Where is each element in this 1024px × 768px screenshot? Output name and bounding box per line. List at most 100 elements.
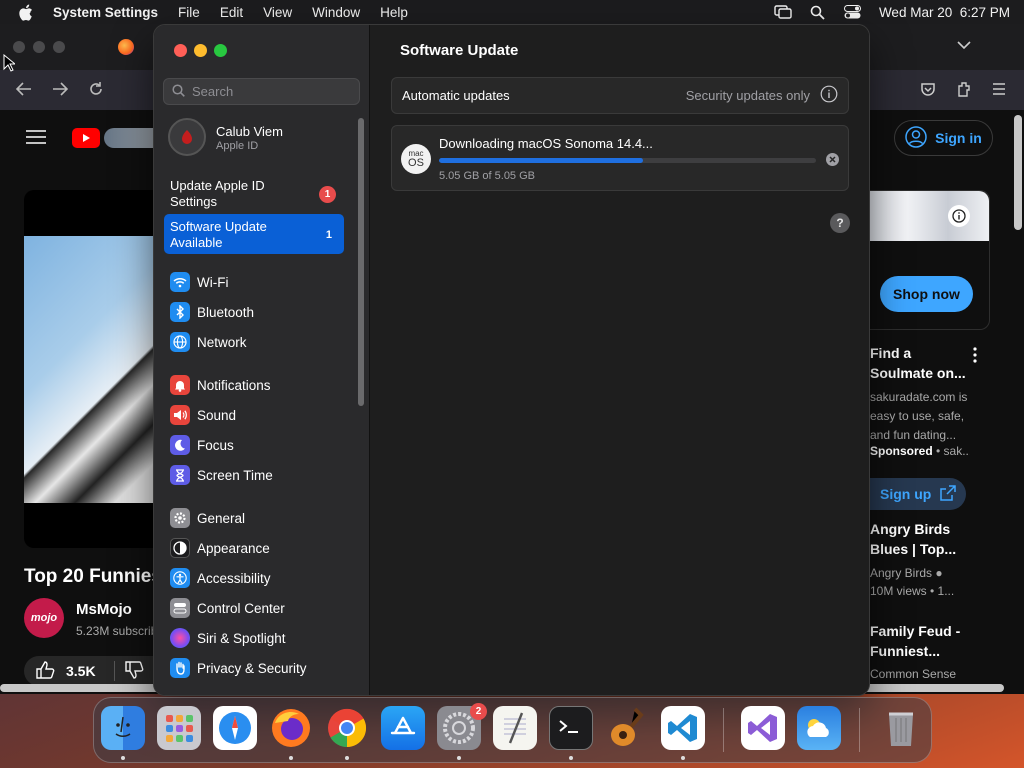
sidebar-item-network[interactable]: Network: [170, 331, 247, 353]
search-icon: [172, 83, 185, 100]
trash-icon[interactable]: [879, 706, 923, 750]
firefox-tab-icon[interactable]: [118, 39, 134, 55]
chevron-down-icon[interactable]: [957, 38, 971, 53]
wifi-icon: [170, 272, 190, 292]
menu-icon[interactable]: [992, 83, 1006, 98]
sidebar-item-label: Bluetooth: [197, 304, 255, 320]
terminal-icon[interactable]: [549, 706, 593, 750]
garageband-icon[interactable]: [605, 706, 649, 750]
window-zoom-button[interactable]: [214, 44, 227, 57]
automatic-updates-row: Automatic updates Security updates only: [391, 77, 849, 114]
zoom-button[interactable]: [53, 41, 65, 53]
window-minimize-button[interactable]: [194, 44, 207, 57]
ad-title-line2[interactable]: Soulmate on...: [870, 365, 970, 381]
menu-app-name[interactable]: System Settings: [53, 5, 158, 20]
control-center-icon[interactable]: [844, 4, 862, 20]
youtube-logo-icon[interactable]: [72, 128, 100, 148]
apple-id-account[interactable]: Calub Viem Apple ID: [168, 118, 283, 156]
help-button[interactable]: ?: [830, 213, 850, 233]
youtube-doodle-icon: [104, 128, 154, 148]
update-apple-id-settings-item[interactable]: Update Apple ID Settings 1: [170, 178, 350, 210]
sidebar-scrollbar[interactable]: [358, 118, 364, 406]
avatar: [168, 118, 206, 156]
sidebar-item-appearance[interactable]: Appearance: [170, 537, 270, 559]
software-update-count: 1: [325, 229, 332, 241]
chrome-icon[interactable]: [325, 706, 369, 750]
minimize-button[interactable]: [33, 41, 45, 53]
rec1-title-line1[interactable]: Angry Birds: [870, 521, 970, 537]
more-options-icon[interactable]: [972, 347, 978, 366]
menu-bar-clock[interactable]: Wed Mar 20 6:27 PM: [879, 5, 1010, 20]
sidebar-item-screen-time[interactable]: Screen Time: [170, 464, 273, 486]
moon-icon: [170, 435, 190, 455]
channel-name[interactable]: MsMojo: [76, 601, 132, 618]
rec1-title-line2[interactable]: Blues | Top...: [870, 541, 970, 557]
sidebar-item-label: Accessibility: [197, 570, 271, 586]
sidebar-item-bluetooth[interactable]: Bluetooth: [170, 301, 254, 323]
info-icon[interactable]: [820, 85, 838, 106]
extensions-icon[interactable]: [956, 81, 972, 101]
menu-file[interactable]: File: [178, 5, 200, 20]
window-close-button[interactable]: [174, 44, 187, 57]
cancel-download-button[interactable]: [826, 153, 839, 166]
running-indicator: [289, 756, 293, 760]
gear-icon: [170, 508, 190, 528]
sidebar-item-wifi[interactable]: Wi-Fi: [170, 271, 228, 293]
visual-studio-icon[interactable]: [741, 706, 785, 750]
download-progress-fill: [439, 158, 643, 163]
close-button[interactable]: [13, 41, 25, 53]
sidebar-item-label: Screen Time: [197, 467, 273, 483]
sign-up-button[interactable]: Sign up: [866, 478, 966, 510]
menu-edit[interactable]: Edit: [220, 5, 243, 20]
menu-window[interactable]: Window: [312, 5, 360, 20]
back-icon[interactable]: [15, 82, 32, 99]
video-title: Top 20 Funniest: [24, 566, 156, 587]
like-button[interactable]: 3.5K: [24, 656, 154, 686]
weather-icon[interactable]: [797, 706, 841, 750]
vertical-scrollbar[interactable]: [1014, 115, 1022, 230]
running-indicator: [345, 756, 349, 760]
sidebar-item-control-center[interactable]: Control Center: [170, 597, 285, 619]
rec1-channel[interactable]: Angry Birds: [870, 566, 932, 580]
launchpad-icon[interactable]: [157, 706, 201, 750]
software-update-available-item[interactable]: Software Update Available 1: [164, 214, 344, 254]
like-count: 3.5K: [66, 663, 96, 679]
automatic-updates-label: Automatic updates: [402, 88, 510, 103]
hamburger-menu-icon[interactable]: [26, 130, 46, 147]
sidebar-item-siri-spotlight[interactable]: Siri & Spotlight: [170, 627, 286, 649]
spotlight-search-icon[interactable]: [809, 4, 827, 20]
sponsored-label: Sponsored: [870, 444, 933, 458]
rec2-title-line1[interactable]: Family Feud -: [870, 623, 970, 639]
app-store-icon[interactable]: [381, 706, 425, 750]
rec2-title-line2[interactable]: Funniest...: [870, 643, 970, 659]
sidebar-item-sound[interactable]: Sound: [170, 404, 236, 426]
screen-mirroring-icon[interactable]: [774, 4, 792, 20]
search-field[interactable]: Search: [163, 78, 360, 105]
vscode-icon[interactable]: [661, 706, 705, 750]
menu-help[interactable]: Help: [380, 5, 408, 20]
sidebar-item-focus[interactable]: Focus: [170, 434, 234, 456]
sidebar-item-label: Appearance: [197, 540, 270, 556]
menu-view[interactable]: View: [263, 5, 292, 20]
reload-icon[interactable]: [88, 81, 104, 100]
bluetooth-icon: [170, 302, 190, 322]
textedit-icon[interactable]: [493, 706, 537, 750]
rec2-channel[interactable]: Common Sense: [870, 667, 970, 681]
pocket-icon[interactable]: [920, 82, 936, 100]
channel-avatar[interactable]: mojo: [24, 598, 64, 638]
sidebar-item-general[interactable]: General: [170, 507, 245, 529]
sidebar-item-privacy-security[interactable]: Privacy & Security: [170, 657, 307, 679]
sidebar-item-notifications[interactable]: Notifications: [170, 374, 271, 396]
ad-desc-line1: sakuradate.com is: [870, 390, 968, 404]
thumbs-down-icon[interactable]: [124, 660, 145, 682]
firefox-icon[interactable]: [269, 706, 313, 750]
finder-icon[interactable]: [101, 706, 145, 750]
download-progress-card: mac OS Downloading macOS Sonoma 14.4... 5…: [391, 125, 849, 191]
ad-title-line1[interactable]: Find a: [870, 345, 970, 361]
forward-icon[interactable]: [52, 82, 69, 99]
safari-icon[interactable]: [213, 706, 257, 750]
video-player[interactable]: [24, 190, 154, 548]
sidebar-item-accessibility[interactable]: Accessibility: [170, 567, 271, 589]
siri-icon: [170, 628, 190, 648]
apple-logo-icon[interactable]: [18, 3, 36, 21]
